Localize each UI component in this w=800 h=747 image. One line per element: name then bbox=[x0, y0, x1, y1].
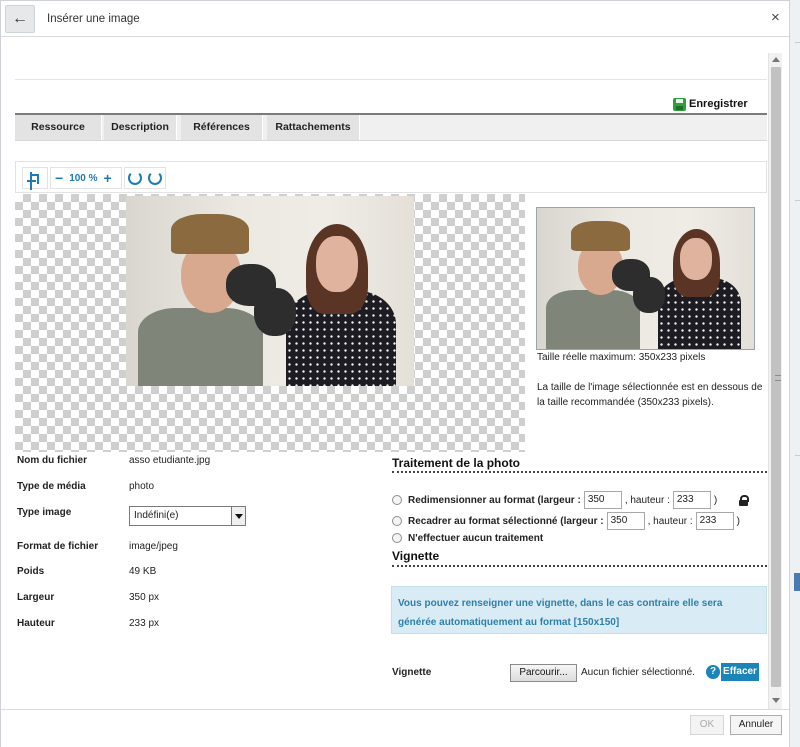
crop-width-input[interactable]: 350 bbox=[606, 512, 645, 530]
media-type-value: photo bbox=[129, 481, 155, 492]
edge-mark bbox=[795, 455, 800, 456]
image-editor-toolbar: − 100 % + bbox=[15, 161, 767, 193]
dialog-title: Insérer une image bbox=[47, 13, 140, 25]
rotate-controls bbox=[124, 167, 166, 189]
thumbnail-divider bbox=[392, 565, 767, 567]
image-crop-canvas[interactable] bbox=[15, 194, 525, 452]
image-preview-small bbox=[537, 208, 754, 349]
height-value: 233 px bbox=[129, 618, 160, 629]
resize-width-input[interactable]: 350 bbox=[583, 491, 622, 509]
thumbnail-title: Vignette bbox=[392, 549, 440, 563]
image-preview-large bbox=[126, 196, 414, 386]
image-type-label: Type image bbox=[17, 507, 72, 518]
thumbnail-info-alert: Vous pouvez renseigner une vignette, dan… bbox=[391, 586, 767, 634]
close-icon[interactable]: × bbox=[771, 10, 780, 26]
cancel-button[interactable]: Annuler bbox=[730, 715, 782, 735]
scroll-up-arrow-icon[interactable] bbox=[772, 57, 780, 62]
edge-mark bbox=[794, 573, 800, 591]
save-label: Enregistrer bbox=[689, 98, 748, 110]
browse-button[interactable]: Parcourir... bbox=[510, 664, 577, 682]
format-value: image/jpeg bbox=[129, 541, 178, 552]
zoom-out-button[interactable]: − bbox=[51, 168, 67, 188]
scrollbar-thumb[interactable] bbox=[771, 67, 781, 687]
floppy-disk-icon bbox=[673, 97, 686, 111]
ok-button[interactable]: OK bbox=[690, 715, 724, 735]
crop-label: Recadrer au format sélectionné (largeur … bbox=[408, 515, 604, 527]
zoom-controls: − 100 % + bbox=[50, 167, 122, 189]
crop-close: ) bbox=[736, 515, 740, 527]
grip-icon bbox=[775, 375, 781, 381]
dialog-footer: OK Annuler bbox=[1, 709, 789, 747]
media-type-label: Type de média bbox=[17, 481, 86, 492]
width-label: Largeur bbox=[17, 592, 55, 603]
photo-detail bbox=[680, 238, 712, 280]
rotate-right-icon[interactable] bbox=[148, 171, 162, 185]
no-processing-label: N'effectuer aucun traitement bbox=[408, 532, 544, 544]
zoom-in-button[interactable]: + bbox=[100, 168, 116, 188]
crop-button[interactable] bbox=[22, 167, 48, 189]
image-type-selected: Indéfini(e) bbox=[134, 510, 179, 521]
photo-detail bbox=[254, 288, 296, 336]
photo-detail bbox=[633, 277, 665, 313]
vertical-scrollbar[interactable] bbox=[768, 53, 782, 711]
photo-detail bbox=[138, 308, 263, 386]
crop-height-label: , hauteur : bbox=[647, 515, 693, 527]
size-warning: La taille de l'image sélectionnée est en… bbox=[537, 382, 763, 408]
weight-label: Poids bbox=[17, 566, 45, 577]
tab-ressource[interactable]: Ressource bbox=[15, 115, 102, 140]
resize-height-input[interactable]: 233 bbox=[672, 491, 711, 509]
save-button[interactable]: Enregistrer bbox=[673, 97, 748, 111]
clear-button[interactable]: Effacer bbox=[721, 663, 759, 681]
format-label: Format de fichier bbox=[17, 541, 99, 552]
resize-label: Redimensionner au format (largeur : bbox=[408, 494, 581, 506]
rotate-left-icon[interactable] bbox=[128, 171, 142, 185]
header-divider bbox=[15, 79, 767, 80]
tab-bar: Ressource Description Références Rattach… bbox=[15, 115, 767, 141]
crop-option[interactable]: Recadrer au format sélectionné (largeur … bbox=[392, 512, 740, 530]
crop-height-input[interactable]: 233 bbox=[695, 512, 734, 530]
arrow-left-icon: ← bbox=[12, 10, 28, 27]
background-window-edge bbox=[790, 0, 800, 747]
dialog-titlebar: ← Insérer une image × bbox=[1, 1, 789, 37]
edge-mark bbox=[795, 42, 800, 43]
back-button[interactable]: ← bbox=[5, 5, 35, 33]
filename-label: Nom du fichier bbox=[17, 455, 88, 466]
photo-detail bbox=[316, 236, 358, 292]
crop-icon bbox=[27, 172, 39, 184]
zoom-level: 100 % bbox=[69, 172, 98, 184]
processing-divider bbox=[392, 471, 767, 473]
crop-radio[interactable] bbox=[392, 516, 402, 526]
tab-description[interactable]: Description bbox=[104, 115, 177, 140]
photo-detail bbox=[571, 221, 630, 251]
width-value: 350 px bbox=[129, 592, 160, 603]
edge-mark bbox=[795, 200, 800, 201]
weight-value: 49 KB bbox=[129, 566, 157, 577]
resize-radio[interactable] bbox=[392, 495, 402, 505]
resize-height-label: , hauteur : bbox=[624, 494, 670, 506]
height-label: Hauteur bbox=[17, 618, 55, 629]
no-processing-option[interactable]: N'effectuer aucun traitement bbox=[392, 529, 543, 547]
resize-close: ) bbox=[713, 494, 718, 506]
image-thumbnail-preview bbox=[536, 207, 755, 350]
resize-option[interactable]: Redimensionner au format (largeur : 350 … bbox=[392, 491, 750, 509]
help-icon[interactable]: ? bbox=[706, 665, 720, 679]
no-processing-radio[interactable] bbox=[392, 533, 402, 543]
image-type-select[interactable]: Indéfini(e) bbox=[129, 506, 246, 526]
chevron-down-icon bbox=[231, 507, 245, 525]
photo-detail bbox=[171, 214, 249, 254]
insert-image-dialog: ← Insérer une image × Enregistrer Ressou… bbox=[0, 0, 790, 747]
max-size-label: Taille réelle maximum: 350x233 pixels bbox=[537, 352, 706, 363]
processing-title: Traitement de la photo bbox=[392, 456, 521, 470]
thumbnail-field-label: Vignette bbox=[392, 667, 432, 678]
filename-value: asso etudiante.jpg bbox=[129, 455, 211, 466]
scroll-down-arrow-icon[interactable] bbox=[772, 698, 780, 703]
lock-icon[interactable] bbox=[739, 495, 750, 506]
photo-detail bbox=[546, 290, 640, 349]
tab-references[interactable]: Références bbox=[181, 115, 263, 140]
no-file-text: Aucun fichier sélectionné. bbox=[581, 667, 695, 678]
tab-rattachements[interactable]: Rattachements bbox=[267, 115, 360, 140]
